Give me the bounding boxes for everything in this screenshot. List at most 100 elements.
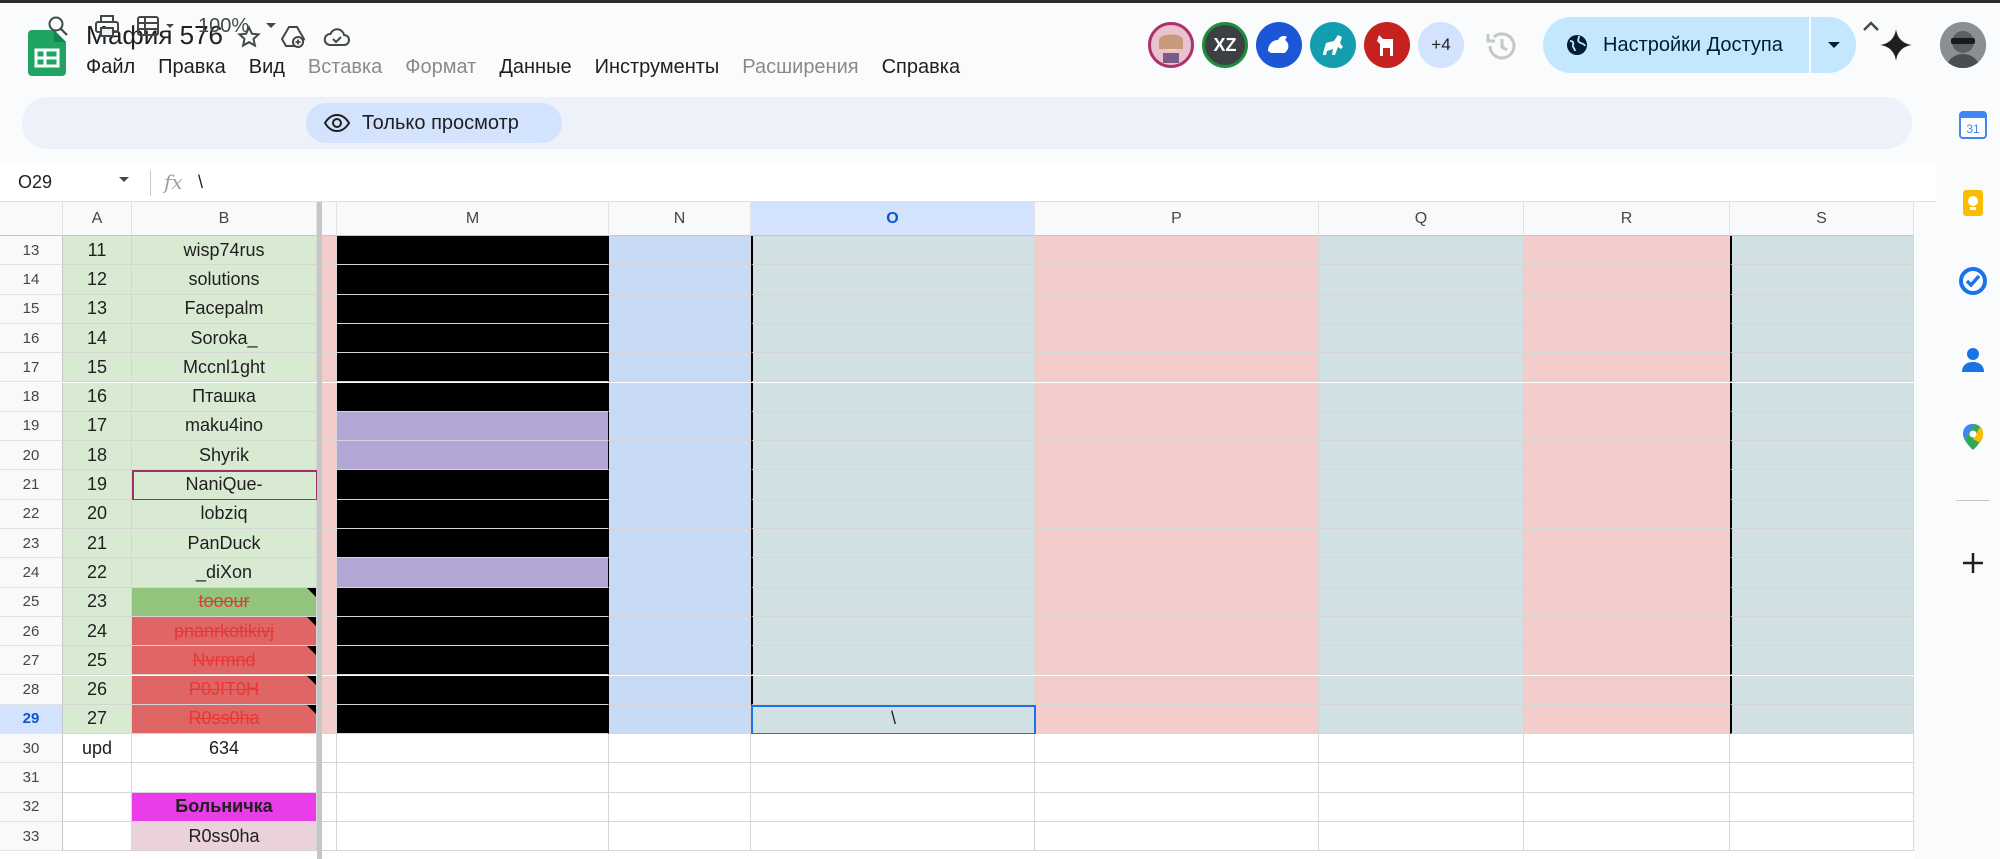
cell[interactable] (1319, 822, 1524, 852)
cell[interactable] (322, 675, 337, 705)
cell[interactable] (751, 734, 1035, 764)
cell[interactable] (609, 646, 751, 676)
cell[interactable] (1730, 265, 1914, 295)
more-collaborators-button[interactable]: +4 (1418, 22, 1464, 68)
cell[interactable] (1035, 587, 1319, 617)
cell[interactable] (609, 499, 751, 529)
cell[interactable] (1730, 704, 1914, 735)
cell[interactable] (1319, 587, 1524, 617)
cell[interactable] (609, 616, 751, 647)
cell[interactable] (322, 529, 337, 559)
anonymous-animal-avatar[interactable] (1310, 22, 1356, 68)
cell[interactable]: 27 (63, 704, 132, 735)
column-header[interactable]: N (609, 202, 751, 236)
cell[interactable]: Soroka_ (132, 323, 317, 354)
cell[interactable] (1035, 323, 1319, 354)
formula-input[interactable]: \ (198, 172, 203, 193)
cell[interactable] (609, 323, 751, 354)
cell[interactable] (337, 294, 609, 324)
cell[interactable] (322, 616, 337, 647)
cell[interactable] (322, 792, 337, 822)
cell[interactable] (1524, 470, 1730, 500)
cell[interactable] (337, 265, 609, 295)
cell[interactable]: upd (63, 734, 132, 764)
cell[interactable] (337, 353, 609, 383)
cell[interactable] (609, 265, 751, 295)
cell[interactable] (751, 822, 1035, 852)
cell[interactable] (1319, 763, 1524, 793)
cell[interactable] (1035, 646, 1319, 676)
cell[interactable] (1524, 646, 1730, 676)
cell[interactable] (322, 587, 337, 617)
cell[interactable] (1035, 763, 1319, 793)
cell[interactable]: 12 (63, 265, 132, 295)
cell[interactable] (751, 294, 1035, 324)
cell[interactable]: 19 (63, 470, 132, 500)
cell[interactable] (322, 763, 337, 793)
cell[interactable] (1730, 236, 1914, 266)
menu-item[interactable]: Справка (882, 56, 960, 79)
cell[interactable]: lobziq (132, 499, 317, 529)
column-header[interactable]: P (1035, 202, 1319, 236)
cell[interactable] (322, 323, 337, 354)
column-header[interactable]: O (751, 202, 1035, 236)
cell[interactable] (1319, 675, 1524, 705)
cell[interactable] (1524, 587, 1730, 617)
row-header[interactable]: 21 (0, 470, 63, 500)
cell[interactable]: 13 (63, 294, 132, 324)
row-header[interactable]: 26 (0, 616, 63, 647)
cell[interactable]: solutions (132, 265, 317, 295)
cell[interactable] (322, 704, 337, 735)
keep-icon[interactable] (1958, 188, 1988, 218)
cell[interactable] (1730, 294, 1914, 324)
cell[interactable] (337, 411, 609, 442)
cell[interactable] (1035, 411, 1319, 442)
column-header[interactable]: M (337, 202, 609, 236)
cell[interactable]: Больничка (132, 792, 317, 822)
menu-item[interactable]: Файл (86, 56, 135, 79)
cell[interactable] (1524, 529, 1730, 559)
cell[interactable] (1035, 704, 1319, 735)
cell[interactable] (1524, 822, 1730, 852)
name-box[interactable]: O29 (18, 172, 52, 193)
row-header[interactable]: 25 (0, 587, 63, 617)
menu-item[interactable]: Правка (158, 56, 226, 79)
maps-icon[interactable] (1958, 422, 1988, 452)
cell[interactable] (1035, 470, 1319, 500)
cell[interactable] (1730, 353, 1914, 383)
row-header[interactable]: 16 (0, 323, 63, 354)
cell[interactable] (1035, 441, 1319, 471)
cell[interactable] (1524, 499, 1730, 529)
row-header[interactable]: 24 (0, 558, 63, 588)
row-header[interactable]: 31 (0, 763, 63, 793)
calendar-icon[interactable]: 31 (1958, 110, 1988, 140)
row-header[interactable]: 28 (0, 675, 63, 705)
cell[interactable] (1319, 353, 1524, 383)
collaborator-avatar[interactable] (1148, 22, 1194, 68)
cell[interactable] (1319, 470, 1524, 500)
cell[interactable] (337, 704, 609, 735)
row-header[interactable]: 30 (0, 734, 63, 764)
cell[interactable] (1730, 792, 1914, 822)
row-header[interactable]: 15 (0, 294, 63, 324)
cell[interactable]: _diXon (132, 558, 317, 588)
version-history-icon[interactable] (1484, 28, 1520, 64)
cell[interactable] (751, 411, 1035, 442)
row-header[interactable]: 27 (0, 646, 63, 676)
cell[interactable] (322, 236, 337, 266)
cell[interactable] (751, 529, 1035, 559)
cell[interactable] (63, 792, 132, 822)
cell[interactable]: 16 (63, 382, 132, 412)
cell[interactable]: tooour (132, 587, 317, 617)
frozen-columns-divider[interactable] (317, 202, 322, 859)
cell[interactable] (1524, 763, 1730, 793)
cell[interactable] (751, 587, 1035, 617)
cell[interactable] (1035, 499, 1319, 529)
cell[interactable]: 23 (63, 587, 132, 617)
cell[interactable]: P0JIT0H (132, 675, 317, 705)
cell[interactable] (322, 265, 337, 295)
cell[interactable] (1730, 734, 1914, 764)
column-header[interactable]: Q (1319, 202, 1524, 236)
cell[interactable] (322, 558, 337, 588)
cell[interactable] (1319, 616, 1524, 647)
